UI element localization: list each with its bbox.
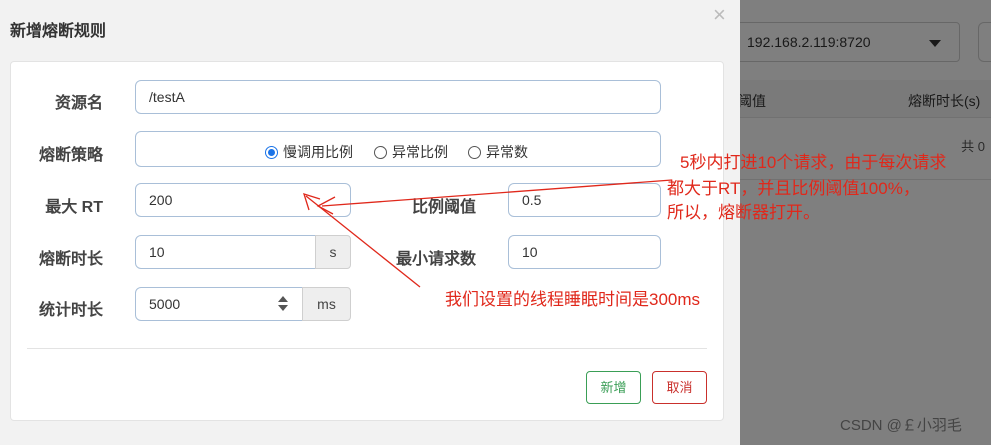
- strategy-option-error-count[interactable]: 异常数: [468, 142, 528, 162]
- stat-interval-input[interactable]: 5000: [135, 287, 303, 321]
- strategy-option-label: 异常比例: [392, 144, 448, 160]
- strategy-option-error-ratio[interactable]: 异常比例: [374, 142, 448, 162]
- max-rt-input[interactable]: 200: [135, 183, 351, 217]
- stepper-up-icon[interactable]: [278, 296, 288, 302]
- radio-icon: [374, 145, 387, 159]
- form-divider: [27, 348, 707, 349]
- min-request-input[interactable]: 10: [508, 235, 661, 269]
- strategy-option-slow-ratio[interactable]: 慢调用比例: [265, 142, 353, 162]
- stepper-down-icon[interactable]: [278, 305, 288, 311]
- radio-checked-icon: [265, 145, 278, 159]
- min-request-label: 最小请求数: [395, 251, 476, 268]
- duration-label: 熔断时长: [38, 251, 103, 268]
- max-rt-label: 最大 RT: [45, 199, 103, 216]
- annotation-note-sleep: 我们设置的线程睡眠时间是300ms: [445, 290, 701, 309]
- strategy-option-label: 慢调用比例: [283, 144, 353, 160]
- add-degrade-rule-dialog: 新增熔断规则 × 资源名 /testA 熔断策略 慢调用比例 异常比例 异常数 …: [0, 0, 740, 445]
- resource-label: 资源名: [54, 95, 103, 112]
- dialog-title: 新增熔断规则: [10, 23, 107, 40]
- add-button[interactable]: 新增: [586, 371, 641, 404]
- annotation-note-line-1: 5秒内打进10个请求，由于每次请求: [680, 153, 947, 172]
- resource-input[interactable]: /testA: [135, 80, 661, 114]
- stepper-icon[interactable]: [278, 296, 288, 312]
- stat-interval-unit: ms: [302, 287, 351, 321]
- cancel-button[interactable]: 取消: [652, 371, 707, 404]
- annotation-note-line-3: 所以，熔断器打开。: [667, 203, 820, 222]
- ratio-threshold-input[interactable]: 0.5: [508, 183, 661, 217]
- stat-interval-label: 统计时长: [38, 302, 103, 319]
- strategy-radio-group: 慢调用比例 异常比例 异常数: [135, 131, 661, 167]
- annotation-note-line-2: 都大于RT，并且比例阈值100%，: [667, 179, 920, 198]
- stat-interval-value: 5000: [149, 296, 181, 312]
- radio-icon: [468, 145, 481, 159]
- strategy-label: 熔断策略: [38, 147, 103, 164]
- close-icon[interactable]: ×: [713, 4, 726, 26]
- ratio-threshold-label: 比例阈值: [411, 199, 476, 216]
- strategy-option-label: 异常数: [486, 144, 528, 160]
- watermark: CSDN @￡小羽毛: [840, 417, 962, 434]
- rule-form: 资源名 /testA 熔断策略 慢调用比例 异常比例 异常数 最大 RT 200…: [10, 61, 724, 421]
- duration-unit: s: [315, 235, 351, 269]
- duration-input[interactable]: 10: [135, 235, 316, 269]
